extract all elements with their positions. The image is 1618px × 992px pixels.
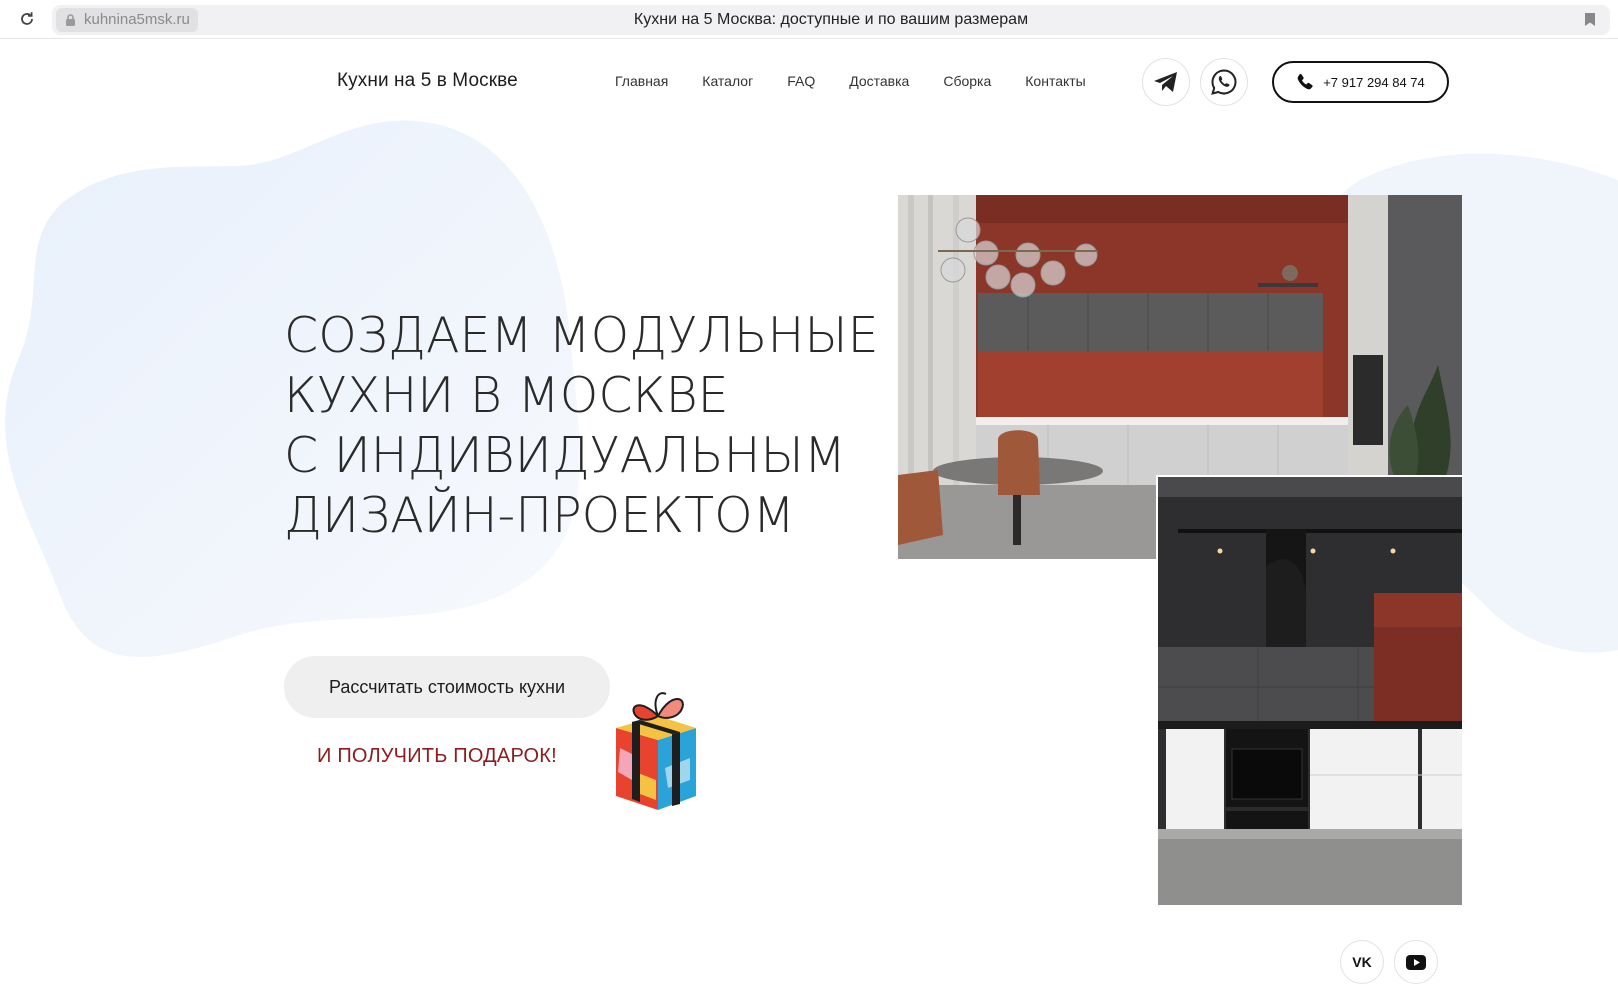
page-title: Кухни на 5 Москва: доступные и по вашим … bbox=[633, 11, 1029, 28]
phone-icon bbox=[1297, 73, 1313, 90]
nav-item-contacts[interactable]: Контакты bbox=[1025, 73, 1085, 89]
main-nav: Главная Каталог FAQ Доставка Сборка Конт… bbox=[615, 73, 1120, 89]
telegram-button[interactable] bbox=[1142, 58, 1190, 106]
site-logo[interactable]: Кухни на 5 в Москве bbox=[337, 70, 518, 92]
hero-title-line-1: СОЗДАЕМ МОДУЛЬНЫЕ bbox=[284, 307, 879, 364]
nav-item-delivery[interactable]: Доставка bbox=[849, 73, 909, 89]
nav-item-faq[interactable]: FAQ bbox=[787, 73, 815, 89]
bookmark-icon[interactable] bbox=[1584, 12, 1596, 32]
hero-title-line-4: ДИЗАЙН-ПРОЕКТОМ bbox=[284, 487, 795, 544]
kitchen-photo-dark bbox=[1156, 475, 1462, 905]
nav-item-home[interactable]: Главная bbox=[615, 73, 668, 89]
calculate-cost-button[interactable]: Рассчитать стоимость кухни bbox=[284, 656, 610, 718]
nav-item-catalog[interactable]: Каталог bbox=[702, 73, 753, 89]
gift-text: И ПОЛУЧИТЬ ПОДАРОК! bbox=[317, 745, 557, 767]
phone-button[interactable]: +7 917 294 84 74 bbox=[1272, 61, 1449, 103]
nav-item-assembly[interactable]: Сборка bbox=[943, 73, 991, 89]
hero-title-line-3: С ИНДИВИДУАЛЬНЫМ bbox=[284, 427, 846, 484]
vk-button[interactable]: VK bbox=[1340, 940, 1384, 984]
hero-title-line-2: КУХНИ В МОСКВЕ bbox=[284, 367, 729, 424]
telegram-icon bbox=[1154, 72, 1177, 92]
hero-title: СОЗДАЕМ МОДУЛЬНЫЕ КУХНИ В МОСКВЕ С ИНДИВ… bbox=[284, 306, 904, 546]
vk-icon: VK bbox=[1352, 954, 1372, 970]
whatsapp-button[interactable] bbox=[1200, 58, 1248, 106]
browser-toolbar: kuhnina5msk.ru Кухни на 5 Москва: доступ… bbox=[0, 0, 1618, 39]
reload-icon[interactable] bbox=[16, 8, 38, 30]
whatsapp-icon bbox=[1211, 69, 1237, 95]
youtube-icon bbox=[1406, 954, 1426, 970]
youtube-button[interactable] bbox=[1394, 940, 1438, 984]
phone-number: +7 917 294 84 74 bbox=[1323, 74, 1425, 90]
address-bar[interactable]: kuhnina5msk.ru Кухни на 5 Москва: доступ… bbox=[52, 5, 1610, 35]
gift-icon bbox=[616, 692, 696, 810]
